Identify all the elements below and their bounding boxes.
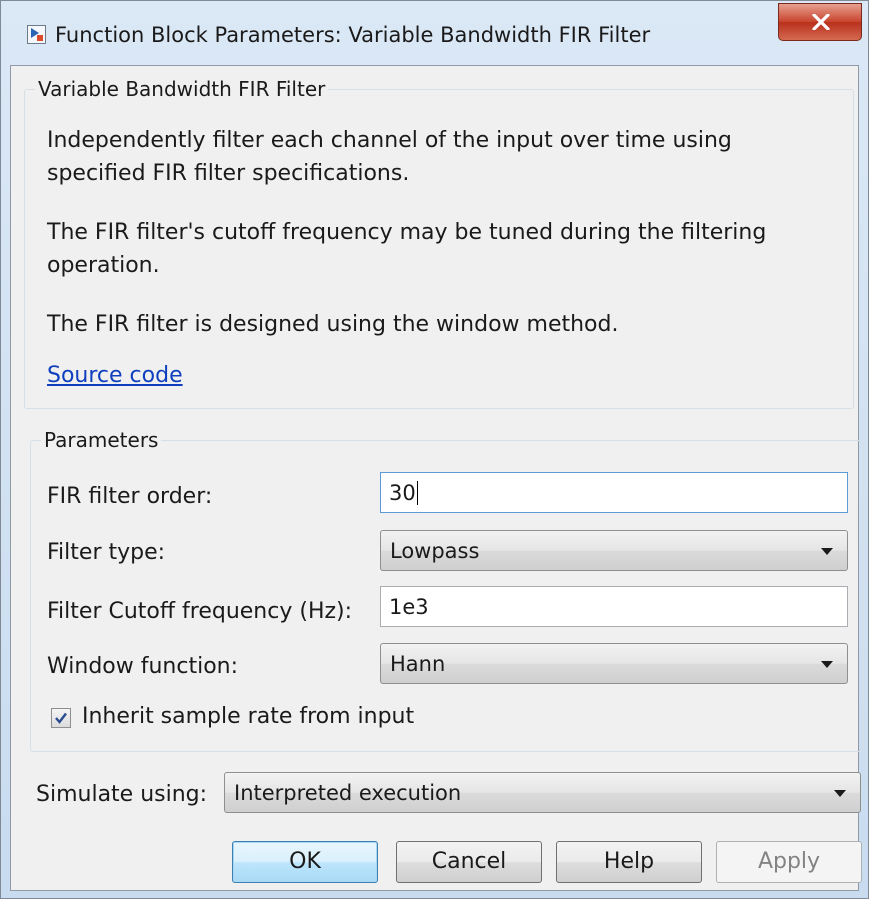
chevron-down-icon <box>821 661 833 668</box>
window-function-dropdown[interactable]: Hann <box>380 643 848 684</box>
close-button[interactable] <box>778 3 862 41</box>
description-paragraph-1: Independently filter each channel of the… <box>47 128 732 186</box>
window-function-value: Hann <box>390 652 446 676</box>
cutoff-frequency-input[interactable]: 1e3 <box>380 586 848 627</box>
filter-order-input[interactable]: 30 <box>380 472 848 513</box>
filter-order-value: 30 <box>389 481 416 505</box>
help-button[interactable]: Help <box>556 841 702 883</box>
inherit-sample-rate-checkbox[interactable] <box>51 708 71 728</box>
simulate-using-label: Simulate using: <box>36 782 208 807</box>
simulink-block-icon <box>27 25 46 44</box>
ok-button[interactable]: OK <box>232 841 378 883</box>
parameters-group-legend: Parameters <box>44 428 159 452</box>
text-caret <box>416 481 418 505</box>
description-paragraph-3: The FIR filter is designed using the win… <box>47 312 619 337</box>
filter-order-label: FIR filter order: <box>47 484 213 509</box>
window-title: Function Block Parameters: Variable Band… <box>55 23 651 47</box>
chevron-down-icon <box>821 548 833 555</box>
dialog-client-area: Variable Bandwidth FIR Filter Independen… <box>10 65 864 891</box>
cancel-button[interactable]: Cancel <box>396 841 542 883</box>
description-paragraph-2: The FIR filter's cutoff frequency may be… <box>47 220 767 278</box>
cutoff-frequency-value: 1e3 <box>389 595 429 619</box>
simulate-using-value: Interpreted execution <box>234 781 462 805</box>
chevron-down-icon <box>834 790 846 797</box>
filter-type-value: Lowpass <box>390 539 480 563</box>
cutoff-frequency-label: Filter Cutoff frequency (Hz): <box>47 599 353 624</box>
simulate-using-dropdown[interactable]: Interpreted execution <box>224 772 861 813</box>
source-code-link[interactable]: Source code <box>47 363 183 388</box>
window-function-label: Window function: <box>47 654 239 679</box>
checkmark-icon <box>55 712 67 724</box>
inherit-sample-rate-label[interactable]: Inherit sample rate from input <box>82 704 414 729</box>
dialog-window: Function Block Parameters: Variable Band… <box>0 0 869 899</box>
filter-type-label: Filter type: <box>47 540 166 565</box>
apply-button[interactable]: Apply <box>716 841 862 883</box>
description-group-legend: Variable Bandwidth FIR Filter <box>38 77 326 101</box>
filter-type-dropdown[interactable]: Lowpass <box>380 530 848 571</box>
close-icon <box>812 14 830 30</box>
title-bar[interactable]: Function Block Parameters: Variable Band… <box>1 1 868 65</box>
